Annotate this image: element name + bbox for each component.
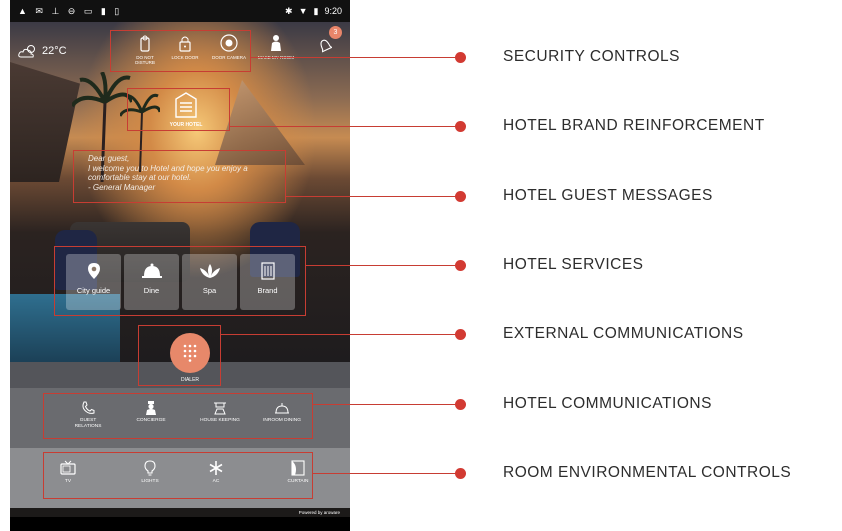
wifi-icon: ▼ [298, 6, 308, 16]
callout-dot [455, 260, 466, 271]
highlight-services [54, 246, 306, 316]
android-nav-bar [10, 517, 350, 531]
connector-line [251, 57, 459, 59]
callout-external-communications: EXTERNAL COMMUNICATIONS [503, 325, 744, 342]
callout-security-controls: SECURITY CONTROLS [503, 48, 681, 65]
callout-dot [455, 191, 466, 202]
highlight-hotel-comms [43, 393, 313, 439]
callout-dot [455, 399, 466, 410]
callout-dot [455, 121, 466, 132]
connector-line [313, 473, 459, 475]
callout-guest-messages: HOTEL GUEST MESSAGES [503, 187, 713, 204]
callout-room-environmental-controls: ROOM ENVIRONMENTAL CONTROLS [503, 464, 792, 481]
status-icons: ▲ ✉ ⊥ ⊖ ▭ ▮ ▯ [18, 5, 123, 16]
highlight-brand [127, 88, 230, 131]
callout-dot [455, 468, 466, 479]
callout-brand-reinforcement: HOTEL BRAND REINFORCEMENT [503, 117, 765, 134]
housekeeper-icon [271, 35, 281, 51]
temperature: 22°C [42, 45, 67, 57]
callout-hotel-communications: HOTEL COMMUNICATIONS [503, 395, 712, 412]
connector-line [221, 334, 459, 336]
connector-line [313, 404, 459, 406]
clock: 9:20 [324, 6, 342, 16]
connector-line [230, 126, 459, 128]
callout-hotel-services: HOTEL SERVICES [503, 256, 644, 273]
highlight-security [110, 30, 251, 72]
status-bar: ▲ ✉ ⊥ ⊖ ▭ ▮ ▯ ✱ ▼ ▮ 9:20 [10, 0, 350, 22]
highlight-external [138, 325, 221, 386]
highlight-messages [73, 150, 286, 203]
highlight-room-env [43, 452, 313, 499]
callout-dot [455, 52, 466, 63]
weather-widget[interactable]: 22°C [18, 44, 67, 58]
cloud-sun-icon [18, 45, 35, 58]
bell-icon[interactable] [318, 37, 332, 53]
notification-badge: 3 [329, 26, 342, 39]
connector-line [286, 196, 459, 198]
powered-by: Powered by aroware [298, 510, 340, 515]
umbrella-shape [10, 62, 80, 182]
callout-dot [455, 329, 466, 340]
bluetooth-icon: ✱ [285, 5, 293, 16]
connector-line [306, 265, 459, 267]
battery-icon: ▮ [313, 5, 319, 16]
